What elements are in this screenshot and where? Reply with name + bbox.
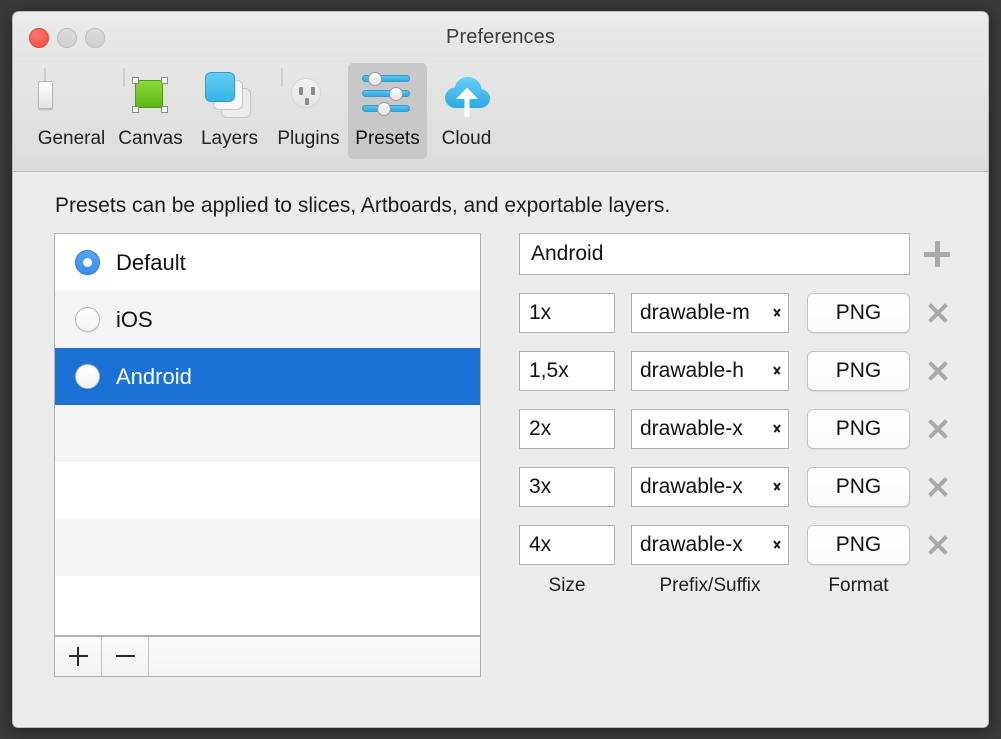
format-button[interactable]: PNG — [807, 467, 910, 507]
list-item-empty[interactable] — [55, 405, 480, 462]
prefix-suffix-select[interactable]: drawable-h — [631, 351, 789, 391]
format-button[interactable]: PNG — [807, 525, 910, 565]
tab-general[interactable]: General — [32, 63, 111, 159]
chevron-down-icon — [770, 309, 782, 317]
list-item-selected[interactable]: Android — [55, 348, 480, 405]
size-input[interactable]: 3x — [519, 467, 615, 507]
chevron-down-icon — [770, 425, 782, 433]
cloud-upload-icon — [439, 69, 495, 125]
minus-icon — [116, 647, 135, 666]
tab-presets[interactable]: Presets — [348, 63, 427, 159]
tab-presets-label: Presets — [355, 128, 419, 150]
column-label-prefix: Prefix/Suffix — [631, 575, 789, 597]
preset-name-row: Android — [519, 233, 959, 275]
export-row: 1x drawable-m PNG — [519, 293, 959, 333]
light-switch-icon — [44, 69, 100, 125]
prefix-suffix-value: drawable-m — [632, 301, 774, 325]
green-square-icon — [123, 69, 179, 125]
footer-filler — [149, 637, 480, 676]
power-outlet-icon — [281, 69, 337, 125]
list-item[interactable]: iOS — [55, 291, 480, 348]
stacked-layers-icon — [202, 69, 258, 125]
export-row: 1,5x drawable-h PNG — [519, 351, 959, 391]
close-icon[interactable] — [926, 475, 950, 499]
preferences-toolbar: General Canvas — [13, 63, 988, 172]
preset-list[interactable]: Default iOS Android — [54, 233, 481, 636]
plus-icon[interactable] — [924, 241, 950, 267]
list-item-empty[interactable] — [55, 462, 480, 519]
format-button[interactable]: PNG — [807, 293, 910, 333]
list-item-label: Android — [116, 364, 192, 390]
column-label-format: Format — [807, 575, 910, 597]
list-item-label: iOS — [116, 307, 153, 333]
prefix-suffix-value: drawable-x — [632, 533, 774, 557]
screen: Preferences General Canvas — [0, 0, 1001, 739]
window-title: Preferences — [13, 26, 988, 49]
pane-description: Presets can be applied to slices, Artboa… — [55, 194, 670, 218]
size-input[interactable]: 2x — [519, 409, 615, 449]
prefix-suffix-select[interactable]: drawable-x — [631, 525, 789, 565]
radio-button-off[interactable] — [75, 364, 100, 389]
prefix-suffix-value: drawable-x — [632, 475, 774, 499]
prefix-suffix-value: drawable-h — [632, 359, 774, 383]
tab-cloud-label: Cloud — [442, 128, 492, 150]
preset-list-footer — [54, 636, 481, 677]
export-row: 4x drawable-x PNG — [519, 525, 959, 565]
remove-preset-button[interactable] — [102, 637, 149, 676]
close-icon[interactable] — [926, 301, 950, 325]
presets-pane: Presets can be applied to slices, Artboa… — [13, 172, 988, 728]
radio-button-on[interactable] — [75, 250, 100, 275]
tab-plugins[interactable]: Plugins — [269, 63, 348, 159]
column-labels: Size Prefix/Suffix Format — [519, 575, 959, 597]
preferences-window: Preferences General Canvas — [12, 11, 989, 728]
format-button[interactable]: PNG — [807, 409, 910, 449]
list-item[interactable]: Default — [55, 234, 480, 291]
plus-icon — [69, 647, 88, 666]
list-item-empty[interactable] — [55, 576, 480, 633]
export-row: 3x drawable-x PNG — [519, 467, 959, 507]
preset-name-input[interactable]: Android — [519, 233, 910, 275]
close-icon[interactable] — [926, 533, 950, 557]
preset-editor: Android 1x drawable-m PNG 1,5x drawable- — [519, 233, 959, 597]
radio-button-off[interactable] — [75, 307, 100, 332]
tab-canvas[interactable]: Canvas — [111, 63, 190, 159]
prefix-suffix-select[interactable]: drawable-m — [631, 293, 789, 333]
chevron-down-icon — [770, 483, 782, 491]
tab-canvas-label: Canvas — [118, 128, 182, 150]
prefix-suffix-select[interactable]: drawable-x — [631, 409, 789, 449]
sliders-icon — [360, 69, 416, 125]
size-input[interactable]: 4x — [519, 525, 615, 565]
window-titlebar: Preferences — [13, 12, 988, 63]
export-row: 2x drawable-x PNG — [519, 409, 959, 449]
tab-layers-label: Layers — [201, 128, 258, 150]
tab-cloud[interactable]: Cloud — [427, 63, 506, 159]
size-input[interactable]: 1,5x — [519, 351, 615, 391]
tab-plugins-label: Plugins — [277, 128, 339, 150]
size-input[interactable]: 1x — [519, 293, 615, 333]
close-icon[interactable] — [926, 417, 950, 441]
chevron-down-icon — [770, 367, 782, 375]
add-preset-button[interactable] — [55, 637, 102, 676]
tab-general-label: General — [38, 128, 106, 150]
format-button[interactable]: PNG — [807, 351, 910, 391]
list-item-empty[interactable] — [55, 519, 480, 576]
prefix-suffix-value: drawable-x — [632, 417, 774, 441]
prefix-suffix-select[interactable]: drawable-x — [631, 467, 789, 507]
chevron-down-icon — [770, 541, 782, 549]
list-item-label: Default — [116, 250, 186, 276]
column-label-size: Size — [519, 575, 615, 597]
tab-layers[interactable]: Layers — [190, 63, 269, 159]
close-icon[interactable] — [926, 359, 950, 383]
